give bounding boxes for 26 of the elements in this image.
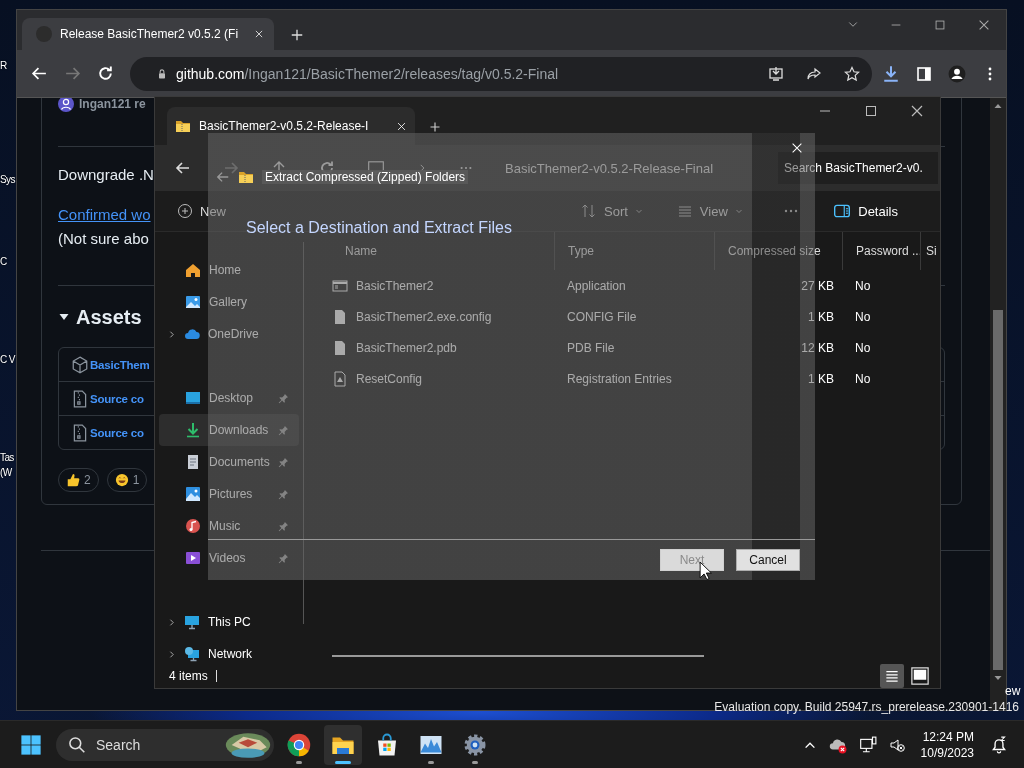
- size-cell-text: 27 KB: [800, 277, 835, 295]
- password-cell-text: No: [854, 277, 872, 295]
- build-watermark-text: Evaluation copy. Build 25947.rs_prerelease.230901-1416: [714, 700, 1019, 714]
- desktop-icon-label: C: [0, 255, 8, 269]
- password-cell-text: No: [854, 308, 872, 326]
- desktop-icon-label: Sys: [0, 173, 15, 187]
- item-count-text: 4 items: [169, 670, 217, 682]
- desktop-icon-label: C V: [0, 353, 15, 367]
- size-cell-text: 1 KB: [807, 308, 835, 326]
- dialog-title: Extract Compressed (Zipped) Folders: [262, 170, 469, 184]
- desktop-icon-label: Tas (W: [0, 451, 15, 480]
- size-cell-text: 12 KB: [800, 339, 835, 357]
- password-cell-text: No: [854, 370, 872, 388]
- section-heading: Assets: [76, 305, 142, 329]
- password-cell-text: No: [854, 339, 872, 357]
- type-cell-text: Registration Entries: [566, 370, 673, 388]
- type-cell-text: PDB File: [566, 339, 616, 357]
- release-note-text: (Not sure abo: [58, 229, 149, 249]
- size-cell-text: 1 KB: [807, 370, 835, 388]
- release-note-text: Downgrade .N: [58, 165, 154, 185]
- desktop-icon-label: ew: [1005, 684, 1021, 698]
- type-cell-text: CONFIG File: [566, 308, 638, 326]
- desktop-icon-label: R: [0, 59, 8, 73]
- author-name: Ingan121 re: [79, 98, 146, 111]
- type-cell-text: Application: [566, 277, 627, 295]
- dialog-heading: Select a Destination and Extract Files: [246, 219, 512, 237]
